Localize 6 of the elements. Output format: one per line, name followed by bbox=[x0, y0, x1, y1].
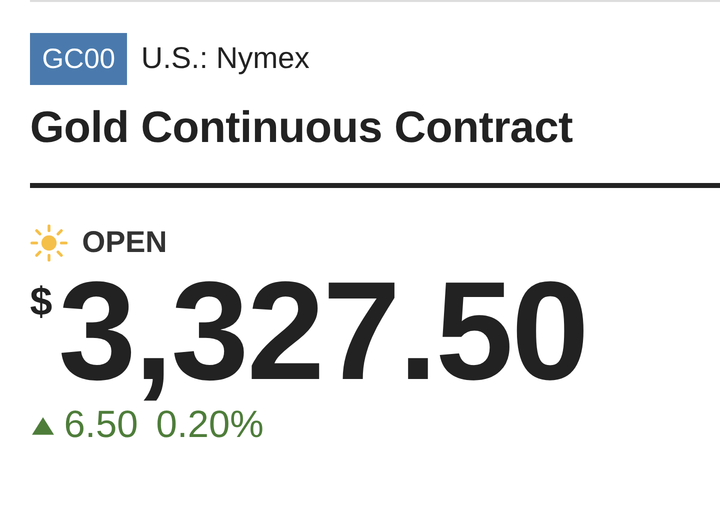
change-amount: 6.50 bbox=[64, 404, 138, 447]
ticker-badge: GC00 bbox=[30, 33, 128, 85]
currency-symbol: $ bbox=[30, 280, 52, 325]
exchange-label: U.S.: Nymex bbox=[141, 42, 310, 76]
instrument-title: Gold Continuous Contract bbox=[30, 103, 574, 153]
change-percent: 0.20% bbox=[156, 404, 264, 447]
